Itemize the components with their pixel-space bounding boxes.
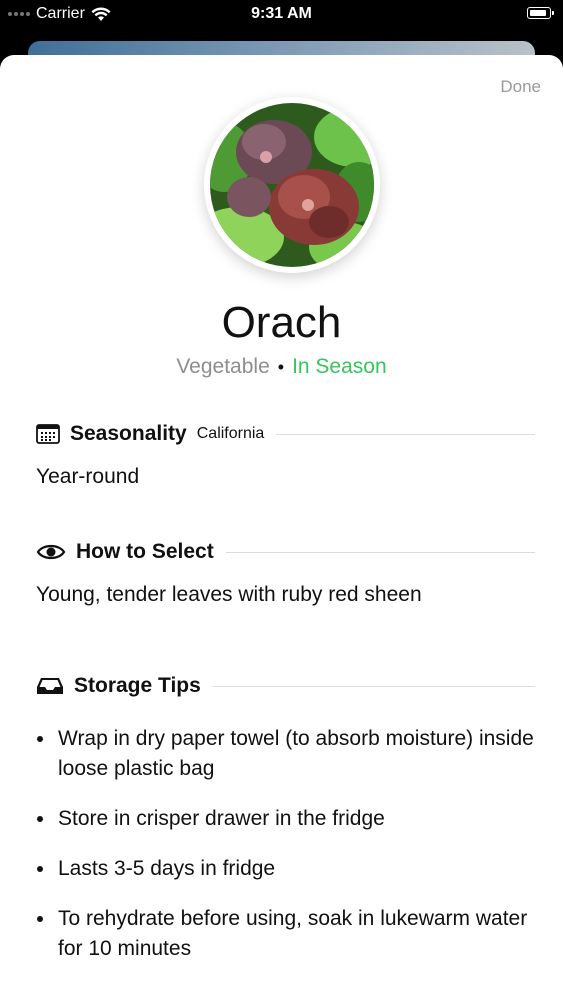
divider [276, 433, 535, 435]
storage-tips-title: Storage Tips [74, 674, 201, 697]
how-to-select-section: How to Select Young, tender leaves with … [36, 538, 535, 610]
storage-tips-list: Wrap in dry paper towel (to absorb moist… [36, 724, 535, 964]
seasonality-header: Seasonality California [36, 420, 535, 448]
detail-sheet: Done Orach Vegetable • In Season Seasona… [0, 55, 563, 1000]
seasonality-section: Seasonality California Year-round [36, 420, 535, 492]
storage-tips-section: Storage Tips Wrap in dry paper towel (to… [36, 672, 535, 984]
tray-icon [36, 676, 64, 696]
produce-image [204, 97, 380, 273]
how-to-select-title: How to Select [76, 540, 214, 563]
how-to-select-header: How to Select [36, 538, 535, 566]
separator-dot: • [277, 357, 285, 377]
status-time: 9:31 AM [251, 5, 312, 22]
list-item: Lasts 3-5 days in fridge [36, 854, 535, 884]
calendar-icon [36, 424, 60, 444]
region-label[interactable]: California [197, 425, 265, 443]
list-item: Wrap in dry paper towel (to absorb moist… [36, 724, 535, 784]
produce-title: Orach [221, 298, 342, 347]
season-status: In Season [292, 355, 387, 378]
divider [225, 551, 535, 553]
produce-subtitle: Vegetable • In Season [0, 355, 563, 379]
category-label: Vegetable [176, 355, 270, 378]
battery-icon [527, 7, 554, 19]
storage-tips-header: Storage Tips [36, 672, 535, 700]
divider [212, 685, 535, 687]
screen: Carrier 9:31 AM Done Orach Vegetable • I… [0, 0, 563, 1000]
list-item: Store in crisper drawer in the fridge [36, 804, 535, 834]
eye-icon [36, 542, 66, 562]
done-button[interactable]: Done [500, 77, 541, 97]
list-item: To rehydrate before using, soak in lukew… [36, 904, 535, 964]
status-bar: Carrier 9:31 AM [0, 0, 563, 30]
seasonality-body: Year-round [36, 465, 140, 488]
how-to-select-body: Young, tender leaves with ruby red sheen [36, 583, 422, 606]
seasonality-title: Seasonality [70, 422, 187, 445]
